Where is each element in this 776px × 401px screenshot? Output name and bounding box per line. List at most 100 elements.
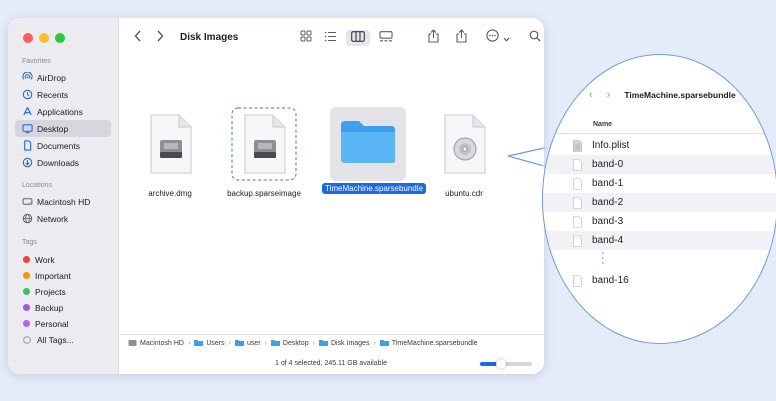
sidebar-item-label: Downloads [37,157,80,168]
minimize-window-button[interactable] [39,33,49,43]
sidebar-tag-important[interactable]: Important [15,267,111,284]
path-segment-macintosh-hd[interactable]: Macintosh HD [128,339,184,349]
sidebar-tag-projects[interactable]: Projects [15,283,111,300]
sidebar-item-label: Applications [37,106,83,117]
sidebar-tag-all-tags[interactable]: All Tags... [15,331,111,348]
search-button[interactable] [528,30,542,46]
file-area: archive.dmg backup.sparseimage TimeMachi… [118,58,544,338]
path-label: Desktop [282,340,309,347]
chevron-left-icon[interactable]: ‹ [589,89,593,101]
folder-icon [379,339,389,348]
hard-drive-icon [128,339,137,349]
name-column-header[interactable]: Name [593,121,612,128]
divider [543,133,776,134]
list-view-button[interactable] [322,30,338,46]
chevron-left-icon [134,29,142,47]
path-segment-timemachine[interactable]: TimeMachine.sparsebundle [379,339,478,348]
globe-icon [21,213,33,225]
close-window-button[interactable] [23,33,33,43]
path-label: TimeMachine.sparsebundle [391,340,478,347]
list-item[interactable]: Info.plist [543,136,776,155]
list-item-label: band-4 [592,235,624,246]
desktop-icon [21,123,33,135]
slider-knob[interactable] [495,359,506,369]
sidebar: Favorites AirDrop Recents Applications D… [8,18,119,374]
list-item[interactable]: band-0 [543,155,776,174]
tag-dot-icon [23,304,30,311]
sidebar-tag-backup[interactable]: Backup [15,299,111,316]
folder-icon [194,339,204,348]
file-item[interactable]: backup.sparseimage [222,107,306,201]
path-separator-icon: › [228,340,231,347]
file-item[interactable]: archive.dmg [128,113,212,201]
list-icon [324,29,337,47]
sidebar-item-downloads[interactable]: Downloads [15,154,111,171]
list-item-label: band-2 [592,197,624,208]
list-item[interactable]: band-4 [543,231,776,250]
sidebar-item-applications[interactable]: Applications [15,103,111,120]
grid-icon [300,29,312,47]
window-title: Disk Images [180,32,239,43]
selection-highlight [330,107,406,181]
disk-image-icon [145,114,195,179]
sidebar-item-desktop[interactable]: Desktop [15,120,111,137]
sidebar-item-label: Work [35,254,55,265]
path-segment-desktop[interactable]: Desktop [270,339,309,348]
download-icon [21,157,33,169]
file-item-selected[interactable]: TimeMachine.sparsebundle [322,107,426,196]
sidebar-item-macintosh-hd[interactable]: Macintosh HD [15,193,111,210]
share-button[interactable] [426,28,440,46]
column-view-button[interactable] [346,30,370,46]
sidebar-item-label: Personal [35,318,69,329]
file-name: TimeMachine.sparsebundle [322,183,426,194]
path-label: Users [206,340,225,347]
sidebar-item-recents[interactable]: Recents [15,86,111,103]
sidebar-item-label: Backup [35,302,64,313]
sidebar-tag-work[interactable]: Work [15,251,111,268]
file-item[interactable]: ubuntu.cdr [422,113,506,201]
clock-icon [21,89,33,101]
sidebar-item-label: Documents [37,140,80,151]
list-item[interactable]: band-2 [543,193,776,212]
icon-size-slider[interactable] [480,359,532,369]
toolbar: Disk Images [118,18,544,58]
path-bar: Macintosh HD › Users › user › Desktop › … [118,334,544,352]
path-segment-user[interactable]: user [234,339,261,348]
forward-button[interactable] [154,30,166,46]
search-icon [529,29,541,47]
file-icon [573,158,582,171]
path-segment-users[interactable]: Users [194,339,225,348]
tag-dot-icon [23,256,30,263]
lens-nav: ‹ › TimeMachine.sparsebundle [589,89,736,101]
file-icon [573,177,582,190]
magnified-bundle-contents: ‹ › TimeMachine.sparsebundle Name Info.p… [542,54,776,344]
sidebar-item-airdrop[interactable]: AirDrop [15,69,111,86]
gallery-view-button[interactable] [378,30,394,46]
chevron-right-icon[interactable]: › [607,89,611,101]
tags-icon [21,334,33,346]
sidebar-item-network[interactable]: Network [15,210,111,227]
zoom-window-button[interactable] [55,33,65,43]
sidebar-tag-personal[interactable]: Personal [15,315,111,332]
locations-title: Locations [22,182,52,189]
icon-view-button[interactable] [298,30,314,46]
upload-button[interactable] [454,28,468,46]
path-label: user [246,340,261,347]
folder-icon [234,339,244,348]
folder-icon [270,339,280,348]
sidebar-item-label: Network [37,213,69,224]
traffic-lights [23,33,65,43]
path-separator-icon: › [264,340,267,347]
sidebar-item-label: AirDrop [37,72,66,83]
sidebar-item-documents[interactable]: Documents [15,137,111,154]
list-item[interactable]: band-1 [543,174,776,193]
list-item[interactable]: band-3 [543,212,776,231]
sidebar-item-label: All Tags... [37,334,74,345]
folder-icon [339,119,397,170]
path-segment-disk-images[interactable]: Disk Images [318,339,369,348]
back-button[interactable] [132,30,144,46]
more-items-ellipsis-icon: · · · [601,247,605,269]
list-item[interactable]: band-16 [543,271,776,290]
more-actions-button[interactable] [484,29,512,46]
path-separator-icon: › [312,340,315,347]
